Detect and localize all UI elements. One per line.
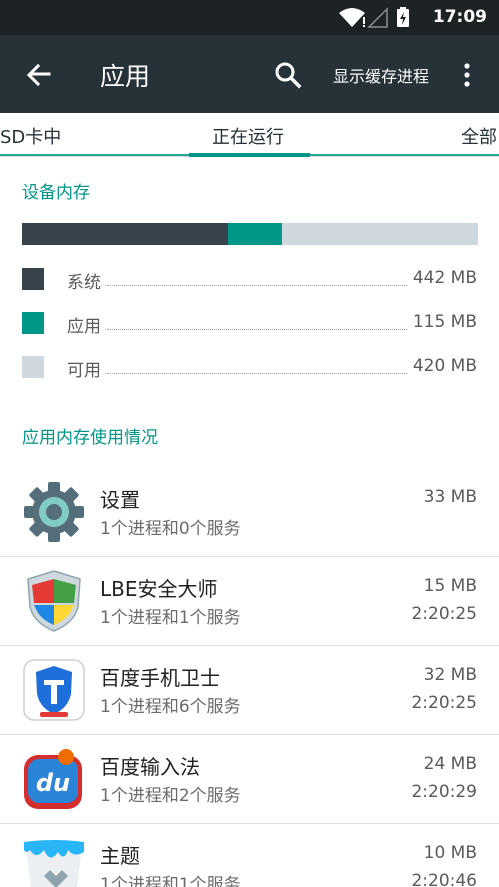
list-item[interactable]: 设置 1个进程和0个服务 33 MB xyxy=(0,468,499,557)
tab-bar: SD卡中 正在运行 全部 xyxy=(0,113,499,157)
app-bar: 应用 显示缓存进程 xyxy=(0,35,499,113)
back-button[interactable] xyxy=(18,55,58,95)
legend-value-system: 442 MB xyxy=(410,268,477,288)
app-memory-size: 32 MB xyxy=(423,665,477,685)
wifi-icon xyxy=(339,8,365,27)
app-running-time: 2:20:25 xyxy=(411,604,477,624)
legend-swatch-system xyxy=(22,268,44,290)
app-name: 百度输入法 xyxy=(100,755,200,779)
baidu-input-du-icon: du xyxy=(22,747,86,811)
svg-text:du: du xyxy=(36,769,70,797)
app-running-time: 2:20:46 xyxy=(411,871,477,887)
battery-icon xyxy=(397,7,409,27)
tab-sd-card[interactable]: SD卡中 xyxy=(0,123,61,149)
app-memory-size: 15 MB xyxy=(423,576,477,596)
app-running-time: 2:20:25 xyxy=(411,693,477,713)
running-apps-list: 设置 1个进程和0个服务 33 MB LBE安全大师 1个进程和1个服务 15 … xyxy=(0,468,499,887)
app-memory-size: 33 MB xyxy=(423,487,477,507)
app-name: LBE安全大师 xyxy=(100,577,218,601)
app-name: 设置 xyxy=(100,488,140,512)
list-item[interactable]: 百度手机卫士 1个进程和6个服务 32 MB 2:20:25 xyxy=(0,646,499,735)
app-memory-title: 应用内存使用情况 xyxy=(22,428,158,448)
memory-bar-system-segment xyxy=(22,223,228,245)
legend-row-free: 可用 420 MB xyxy=(22,356,477,381)
search-button[interactable] xyxy=(268,55,308,95)
legend-value-apps: 115 MB xyxy=(410,312,477,332)
cell-signal-icon xyxy=(367,7,388,28)
legend-leader-dots xyxy=(107,373,407,374)
back-arrow-icon xyxy=(26,63,51,87)
page-title: 应用 xyxy=(100,62,151,91)
status-icons xyxy=(337,5,417,29)
list-item[interactable]: du 百度输入法 1个进程和2个服务 24 MB 2:20:29 xyxy=(0,735,499,824)
status-time: 17:09 xyxy=(432,7,487,27)
legend-label-free: 可用 xyxy=(67,356,103,381)
device-memory-title: 设备内存 xyxy=(22,183,90,203)
app-name: 百度手机卫士 xyxy=(100,666,220,690)
app-process-info: 1个进程和1个服务 xyxy=(100,608,241,628)
theme-paint-bucket-icon xyxy=(22,836,86,887)
tab-selected-indicator xyxy=(189,153,310,157)
legend-row-apps: 应用 115 MB xyxy=(22,312,477,337)
list-item[interactable]: 主题 1个进程和1个服务 10 MB 2:20:46 xyxy=(0,824,499,887)
status-bar: 17:09 xyxy=(0,0,499,35)
legend-value-free: 420 MB xyxy=(410,356,477,376)
legend-swatch-free xyxy=(22,356,44,378)
memory-bar-apps-segment xyxy=(228,223,282,245)
search-icon xyxy=(275,62,302,89)
app-process-info: 1个进程和2个服务 xyxy=(100,786,241,806)
more-options-button[interactable] xyxy=(455,55,479,95)
memory-bar-free-segment xyxy=(282,223,478,245)
legend-row-system: 系统 442 MB xyxy=(22,268,477,293)
app-process-info: 1个进程和1个服务 xyxy=(100,875,241,887)
memory-usage-bar xyxy=(22,223,478,245)
legend-label-apps: 应用 xyxy=(67,312,103,337)
tab-all[interactable]: 全部 xyxy=(461,123,497,149)
baidu-guard-icon xyxy=(22,658,86,722)
settings-gear-icon xyxy=(22,480,86,544)
app-process-info: 1个进程和6个服务 xyxy=(100,697,241,717)
more-vert-icon xyxy=(464,63,470,87)
legend-swatch-apps xyxy=(22,312,44,334)
app-memory-size: 24 MB xyxy=(423,754,477,774)
app-name: 主题 xyxy=(100,844,140,868)
app-process-info: 1个进程和0个服务 xyxy=(100,519,241,539)
legend-label-system: 系统 xyxy=(67,268,103,293)
legend-leader-dots xyxy=(107,329,407,330)
app-memory-size: 10 MB xyxy=(423,843,477,863)
list-item[interactable]: LBE安全大师 1个进程和1个服务 15 MB 2:20:25 xyxy=(0,557,499,646)
app-running-time: 2:20:29 xyxy=(411,782,477,802)
legend-leader-dots xyxy=(107,285,407,286)
show-cached-processes-button[interactable]: 显示缓存进程 xyxy=(333,63,429,87)
tab-running[interactable]: 正在运行 xyxy=(212,123,284,149)
lbe-shield-icon xyxy=(22,569,86,633)
